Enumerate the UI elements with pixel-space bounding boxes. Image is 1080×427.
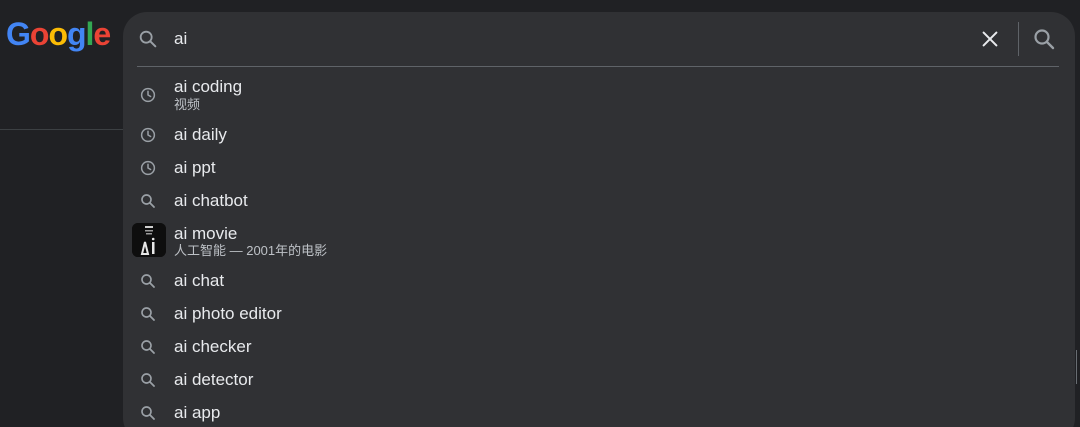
- search-icon: [141, 194, 155, 208]
- suggestion-item[interactable]: ai chatbot: [123, 188, 1075, 214]
- header-divider: [0, 129, 124, 130]
- search-dropdown: ai ai coding 视频 ai daily ai ppt ai chatb…: [123, 12, 1075, 427]
- suggestion-text: ai photo editor: [174, 304, 282, 323]
- input-divider: [137, 66, 1059, 67]
- search-input-row: ai: [123, 12, 1075, 66]
- search-icon: [141, 406, 155, 420]
- suggestion-text: ai ppt: [174, 158, 216, 177]
- page: Google ai ai coding 视频 ai daily ai ppt a…: [0, 0, 1080, 427]
- suggestion-text: ai detector: [174, 370, 254, 389]
- suggestion-item[interactable]: ai app: [123, 400, 1075, 426]
- history-icon: [140, 160, 156, 176]
- suggestion-subtext: 视频: [174, 97, 201, 112]
- search-icon: [1034, 29, 1055, 50]
- history-icon: [140, 127, 156, 143]
- suggestion-text: ai chatbot: [174, 191, 248, 210]
- search-icon: [141, 307, 155, 321]
- search-icon: [141, 274, 155, 288]
- suggestion-text: ai coding: [174, 77, 243, 96]
- suggestion-item[interactable]: ai daily: [123, 122, 1075, 148]
- suggestion-item[interactable]: ai chat: [123, 268, 1075, 294]
- suggestion-item[interactable]: ai ppt: [123, 155, 1075, 181]
- clear-button[interactable]: [975, 24, 1005, 54]
- suggestion-item[interactable]: ai detector: [123, 367, 1075, 393]
- suggestion-text: ai chat: [174, 271, 225, 290]
- suggestion-text: ai app: [174, 403, 221, 422]
- suggestion-text: ai daily: [174, 125, 227, 144]
- suggestion-subtext: 人工智能 — 2001年的电影: [174, 243, 328, 258]
- suggestion-item[interactable]: ai photo editor: [123, 301, 1075, 327]
- suggestion-text: ai movie: [174, 224, 238, 243]
- suggestion-item[interactable]: ai movie 人工智能 — 2001年的电影: [123, 223, 1075, 259]
- suggestion-text: ai checker: [174, 337, 252, 356]
- suggestion-item[interactable]: ai checker: [123, 334, 1075, 360]
- movie-poster-thumbnail: [132, 223, 166, 257]
- suggestion-item[interactable]: ai coding 视频: [123, 74, 1075, 116]
- google-logo[interactable]: Google: [6, 14, 111, 54]
- search-input[interactable]: ai: [174, 27, 187, 51]
- page-edge-element: [1076, 350, 1080, 384]
- search-icon: [141, 373, 155, 387]
- history-icon: [140, 87, 156, 103]
- search-submit-button[interactable]: [1029, 24, 1059, 54]
- close-icon: [982, 31, 998, 47]
- search-icon: [141, 340, 155, 354]
- button-divider: [1018, 22, 1019, 56]
- search-icon: [139, 30, 157, 48]
